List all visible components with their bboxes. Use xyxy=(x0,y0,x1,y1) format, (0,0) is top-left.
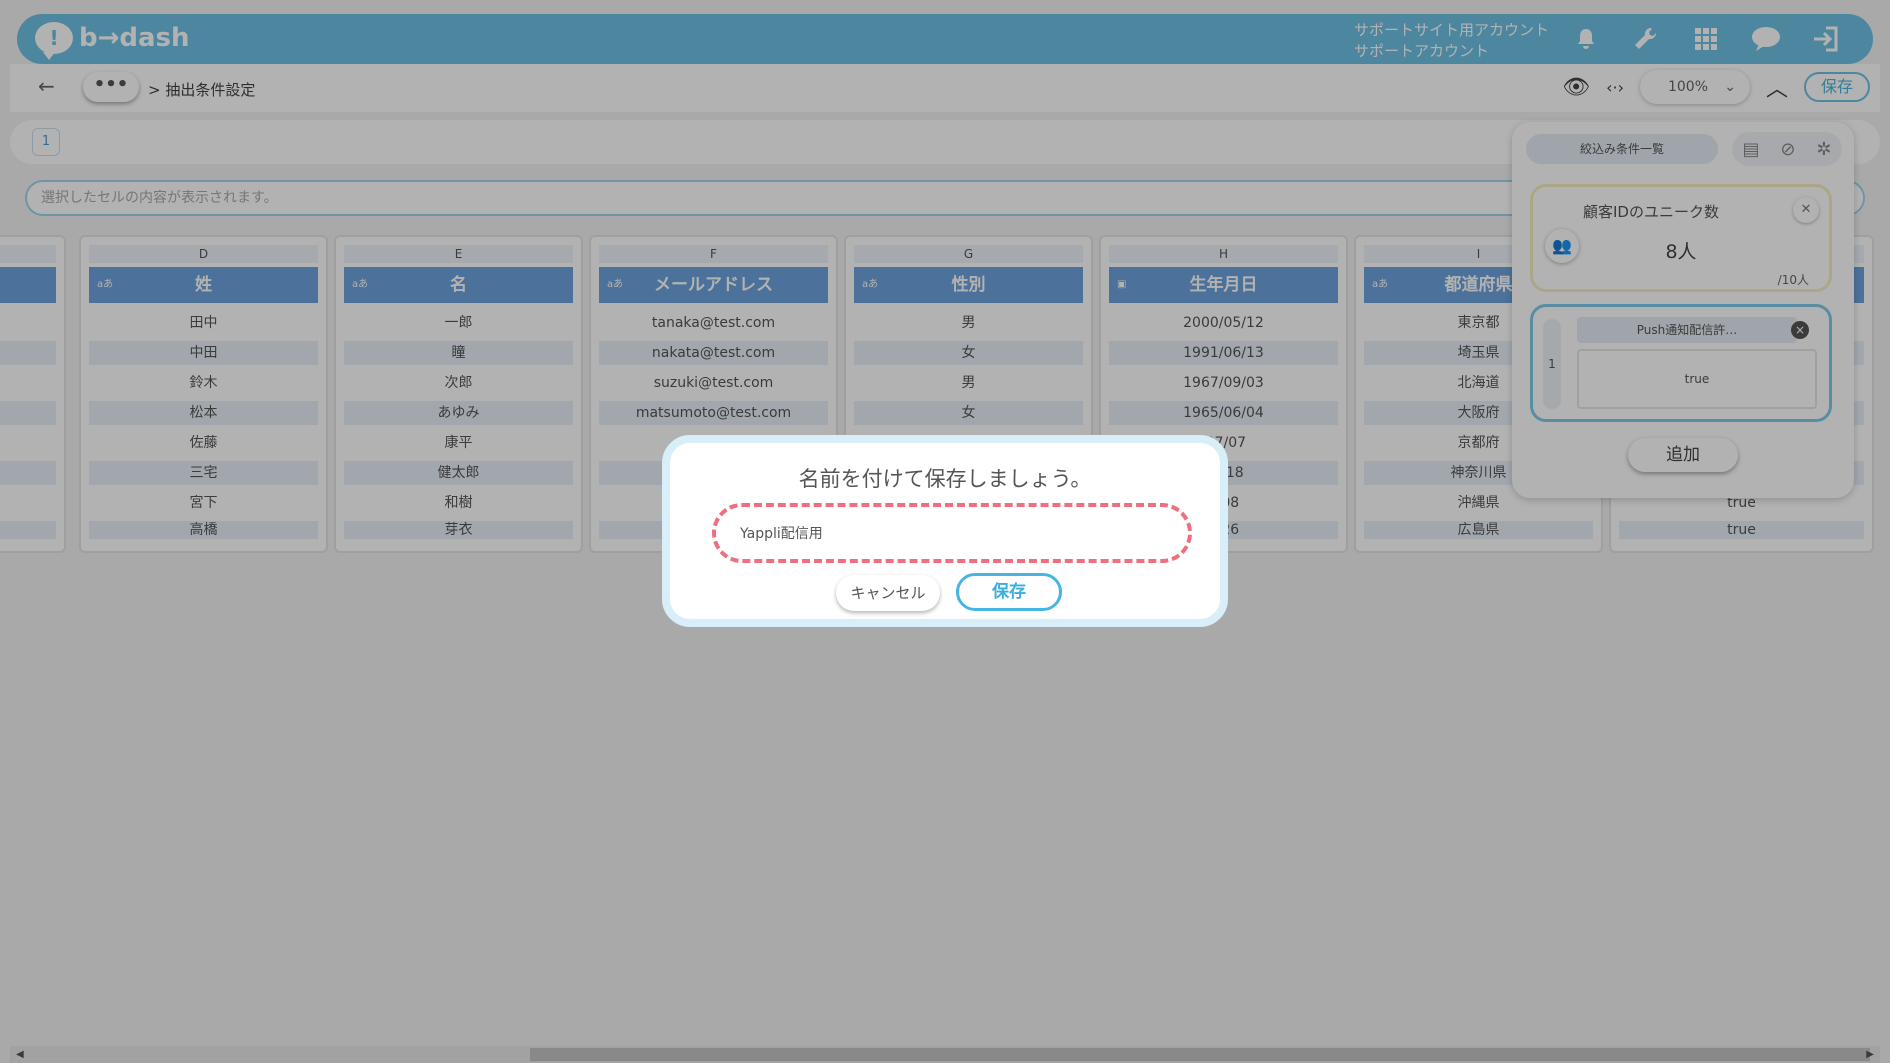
dialog-message: 名前を付けて保存しましょう。 xyxy=(798,467,1092,491)
name-input[interactable] xyxy=(712,503,1192,563)
cancel-button[interactable]: キャンセル xyxy=(836,575,940,611)
save-as-dialog: 名前を付けて保存しましょう。 キャンセル 保存 xyxy=(662,435,1228,627)
dialog-save-button[interactable]: 保存 xyxy=(956,573,1062,611)
